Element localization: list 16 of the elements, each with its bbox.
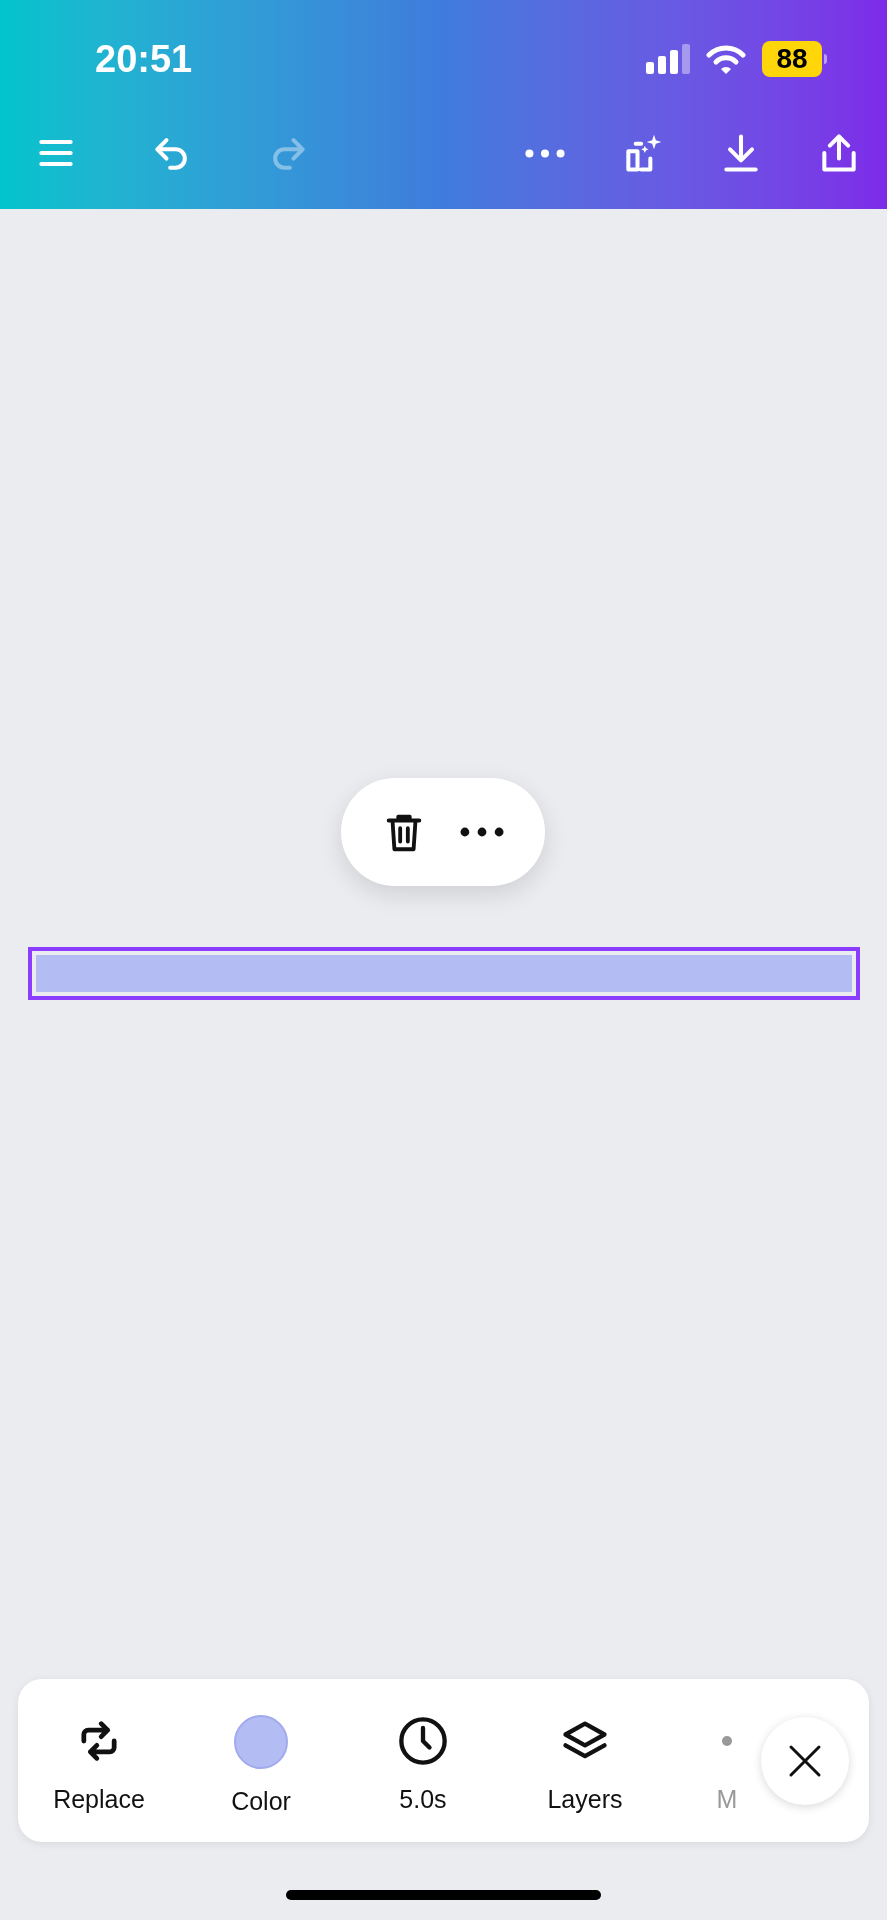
design-element[interactable] (28, 947, 860, 1000)
status-time: 20:51 (95, 36, 193, 82)
clock-icon (397, 1715, 449, 1767)
duration-tool-button[interactable]: 5.0s (342, 1679, 504, 1842)
layers-tool-button[interactable]: Layers (504, 1679, 666, 1842)
replace-tool-button[interactable]: Replace (18, 1679, 180, 1842)
color-tool-button[interactable]: Color (180, 1679, 342, 1842)
close-icon (788, 1744, 822, 1778)
battery-tip-icon (824, 54, 827, 64)
color-swatch (234, 1715, 288, 1769)
battery-level: 88 (762, 41, 822, 77)
signal-icon (646, 44, 690, 74)
wifi-icon (706, 44, 746, 74)
more-icon (460, 827, 504, 837)
more-icon (525, 148, 565, 158)
dot-icon (722, 1736, 732, 1746)
